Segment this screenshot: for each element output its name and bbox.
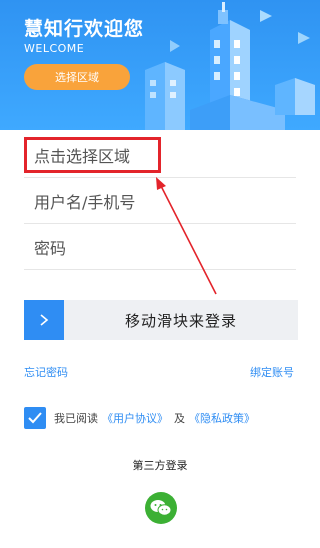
agreement-checkbox[interactable] — [24, 407, 46, 429]
privacy-policy-link[interactable]: 《隐私政策》 — [189, 410, 255, 426]
agreement-row: 我已阅读 《用户协议》 及 《隐私政策》 — [24, 406, 255, 430]
bind-account-link[interactable]: 绑定账号 — [250, 364, 294, 380]
wechat-icon[interactable] — [145, 492, 177, 524]
chevron-right-icon[interactable] — [24, 300, 64, 340]
login-slider[interactable]: 移动滑块来登录 — [24, 300, 298, 340]
third-party-login-title: 第三方登录 — [132, 459, 188, 472]
slider-label: 移动滑块来登录 — [124, 311, 237, 330]
city-illustration — [145, 2, 315, 130]
header-banner: 慧知行欢迎您 WELCOME 选择区域 — [0, 0, 320, 130]
checkmark-icon — [28, 412, 42, 424]
agreement-and: 及 — [174, 412, 185, 425]
password-input[interactable]: 密码 — [24, 224, 296, 270]
user-agreement-link[interactable]: 《用户协议》 — [102, 410, 168, 426]
agreement-prefix: 我已阅读 — [54, 412, 98, 425]
forgot-password-link[interactable]: 忘记密码 — [24, 364, 68, 380]
username-input[interactable]: 用户名/手机号 — [24, 178, 296, 224]
welcome-subtitle: WELCOME — [24, 42, 85, 55]
region-field-highlight — [24, 137, 161, 173]
